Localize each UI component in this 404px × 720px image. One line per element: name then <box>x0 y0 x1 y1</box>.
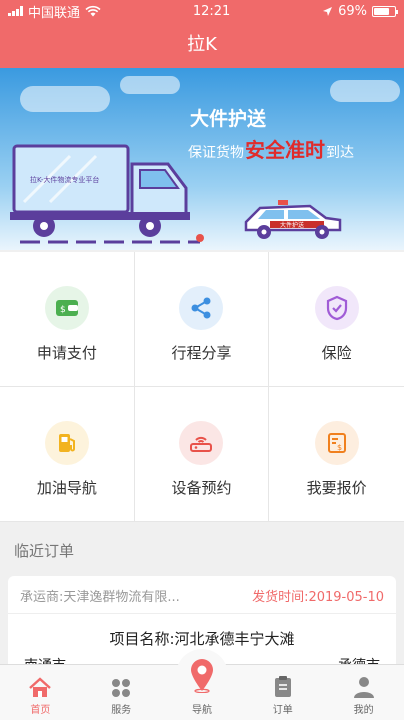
grid-label: 加油导航 <box>36 479 97 497</box>
grid-item-insurance[interactable]: 保险 <box>269 252 404 387</box>
tab-label: 订单 <box>272 705 293 716</box>
svg-text:$: $ <box>60 305 66 315</box>
function-grid: $ 申请支付 行程分享 保险 加油导航 设备预约 $ 我要报价 <box>0 252 404 522</box>
grid-item-trip-share[interactable]: 行程分享 <box>134 252 270 387</box>
grid-label: 设备预约 <box>171 479 232 497</box>
carrier-name: 中国联通 <box>28 5 81 21</box>
quote-icon: $ <box>314 421 359 465</box>
tab-label: 服务 <box>111 705 132 716</box>
order-ship-time: 发货时间:2019-05-10 <box>252 590 384 605</box>
truck-label: 拉K-大件物流专业平台 <box>30 175 99 184</box>
tab-orders[interactable]: 订单 <box>242 665 323 720</box>
tab-services[interactable]: 服务 <box>81 665 162 720</box>
tab-home[interactable]: 首页 <box>0 665 81 720</box>
grid-item-fuel-navigation[interactable]: 加油导航 <box>0 387 135 522</box>
battery-percent: 69% <box>338 3 367 19</box>
grid-item-request-quote[interactable]: $ 我要报价 <box>269 387 404 522</box>
banner-subtitle: 保证货物安全准时到达 <box>188 138 354 162</box>
center-button[interactable] <box>175 649 228 701</box>
wallet-icon: $ <box>44 286 89 330</box>
grid-label: 我要报价 <box>306 479 367 497</box>
fuel-icon <box>44 421 89 465</box>
truck-illustration: 拉K-大件物流专业平台 <box>10 144 200 244</box>
share-icon <box>179 286 224 330</box>
tab-label: 导航 <box>191 705 212 716</box>
clipboard-icon <box>274 676 291 697</box>
grid-item-apply-payment[interactable]: $ 申请支付 <box>0 252 135 387</box>
tab-label: 我的 <box>353 705 374 716</box>
banner-page-dot <box>196 234 204 242</box>
tab-mine[interactable]: 我的 <box>323 665 404 720</box>
tab-bar: 首页 服务 导航 订单 我的 <box>0 649 404 720</box>
car-label: 大件护送 <box>280 221 304 229</box>
services-icon <box>112 679 131 697</box>
top-bar: 中国联通 12:21 69% 拉K <box>0 0 404 68</box>
router-icon <box>179 421 224 465</box>
signal-icon <box>8 6 23 16</box>
escort-car-illustration: 大件护送 <box>244 200 342 239</box>
tab-label: 首页 <box>30 705 51 716</box>
promo-banner[interactable]: 大件护送 保证货物安全准时到达 拉K-大件物流专业平台 大件护送 <box>0 68 404 250</box>
order-carrier: 承运商:天津逸群物流有限... <box>20 590 180 605</box>
clock: 12:21 <box>192 3 231 19</box>
grid-label: 申请支付 <box>36 344 97 362</box>
grid-item-device-booking[interactable]: 设备预约 <box>134 387 270 522</box>
location-pin-icon <box>190 659 213 693</box>
divider <box>8 613 396 614</box>
grid-label: 行程分享 <box>171 344 232 362</box>
order-project-name: 项目名称:河北承德丰宁大滩 <box>109 630 295 648</box>
location-arrow-icon <box>323 6 333 16</box>
svg-text:$: $ <box>337 443 342 452</box>
wifi-icon <box>85 5 101 17</box>
banner-headline: 大件护送 <box>190 108 267 130</box>
grid-label: 保险 <box>321 344 352 362</box>
banner-highlight: 安全准时 <box>245 138 325 162</box>
tab-navigation[interactable]: 导航 <box>162 649 243 720</box>
person-icon <box>353 677 374 698</box>
shield-icon <box>314 286 359 330</box>
home-icon <box>29 677 52 697</box>
status-bar: 中国联通 12:21 69% <box>0 0 404 22</box>
page-title: 拉K <box>187 34 217 55</box>
battery-icon <box>371 5 398 17</box>
section-title-recent-orders: 临近订单 <box>14 542 75 560</box>
